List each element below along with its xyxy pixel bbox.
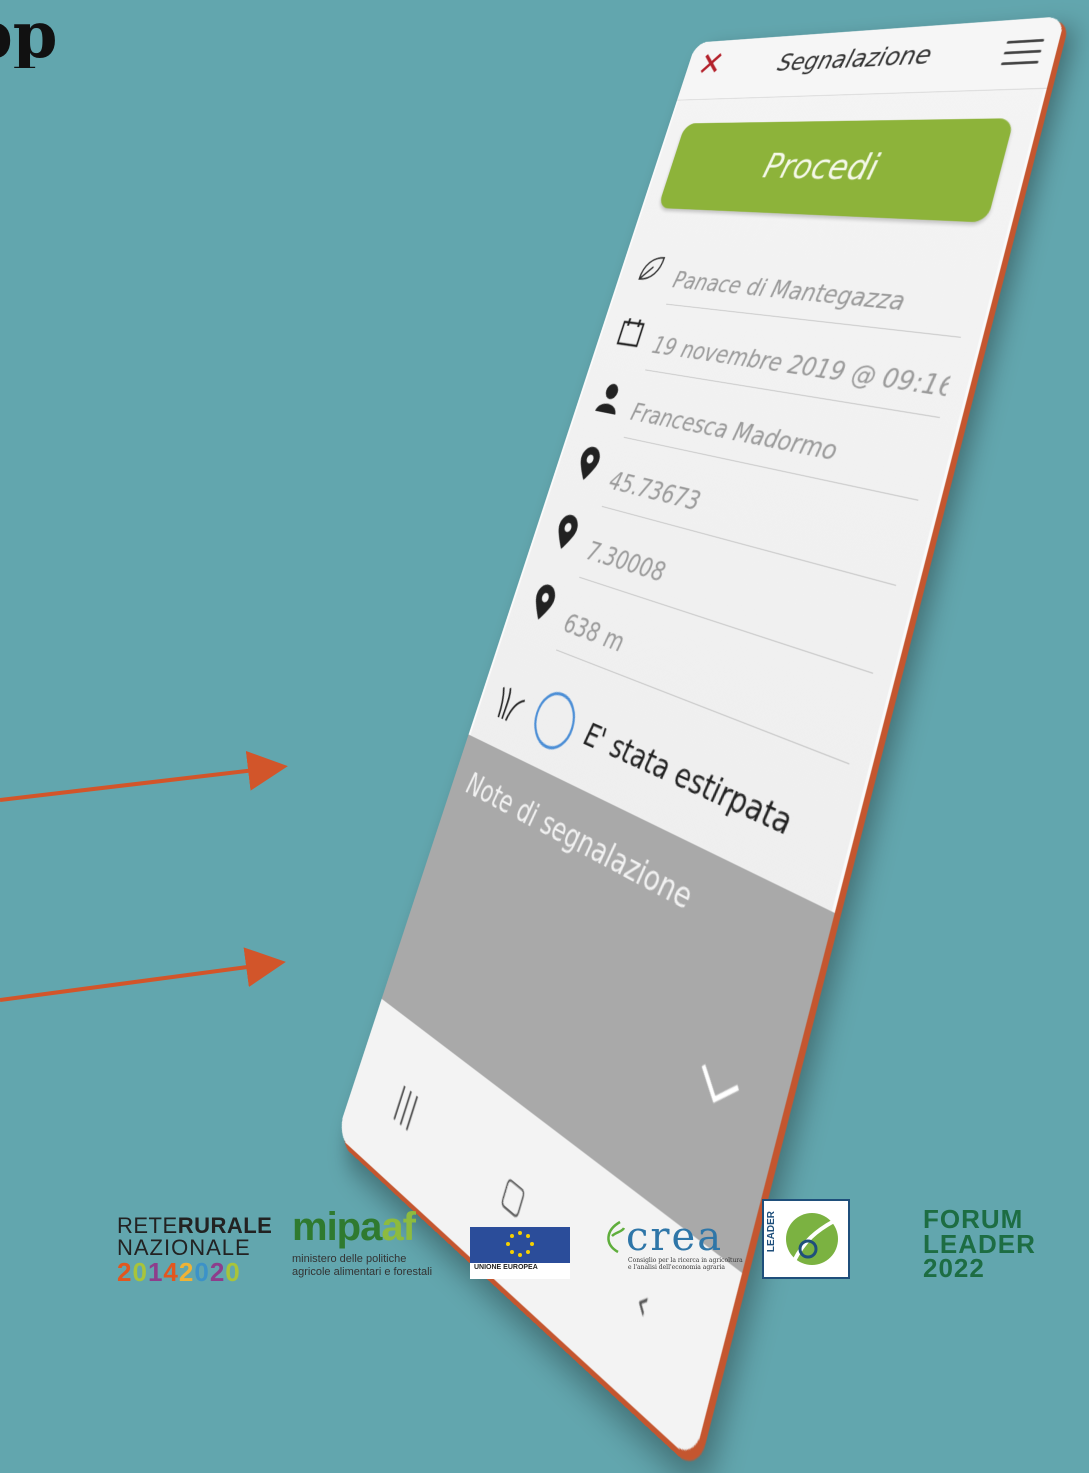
- eu-flag-logo: UNIONE EUROPEA: [470, 1227, 570, 1279]
- forum-leader-logo: FORUM LEADER 2022: [923, 1204, 1036, 1284]
- arrow-to-checkbox: [0, 750, 288, 802]
- arrow-to-notes: [0, 947, 286, 1002]
- logo-strip: RETERURALE NAZIONALE 20142020 mipaaf min…: [0, 1199, 1089, 1285]
- rete-rurale-logo: RETERURALE NAZIONALE 20142020: [117, 1213, 273, 1287]
- annotation-arrows: [0, 750, 288, 1002]
- mipaaf-logo: mipaaf ministero delle politiche agricol…: [292, 1205, 433, 1279]
- leader-logo: LEADER: [762, 1199, 850, 1279]
- crea-logo: crea Consiglio per la ricerca in agricol…: [602, 1217, 743, 1297]
